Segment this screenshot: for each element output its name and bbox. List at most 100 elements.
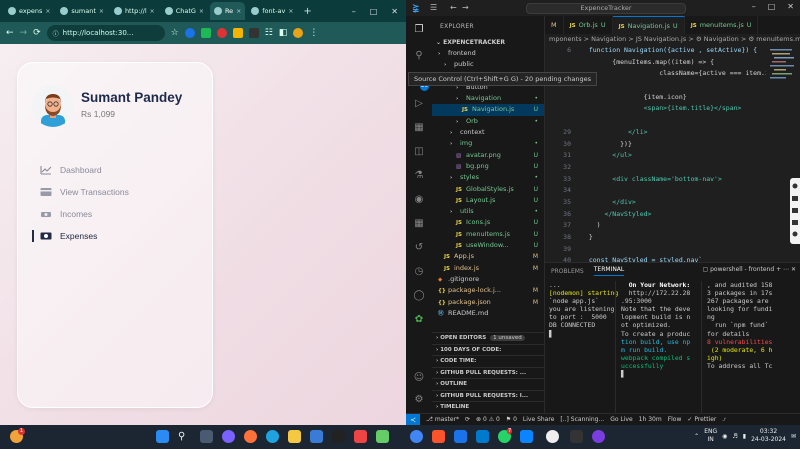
live-share-button[interactable]: Live Share bbox=[523, 416, 554, 423]
close-icon[interactable]: ✕ bbox=[391, 7, 398, 16]
tree-file[interactable]: JS index.js M bbox=[432, 263, 544, 274]
app-white-icon[interactable] bbox=[546, 430, 559, 443]
tab-close-icon[interactable]: × bbox=[236, 8, 241, 15]
close-panel-icon[interactable]: ✕ bbox=[791, 266, 796, 273]
nav-item-view-transactions[interactable]: View Transactions bbox=[32, 181, 129, 203]
teams-chat-icon[interactable] bbox=[222, 430, 235, 443]
breadcrumb[interactable]: mponents > Navigation > JS Navigation.js… bbox=[545, 34, 800, 45]
extension-dark-icon[interactable] bbox=[248, 28, 259, 38]
tree-folder[interactable]: › utils • bbox=[432, 206, 544, 217]
app-red-icon[interactable] bbox=[354, 430, 367, 443]
extension-red-icon[interactable] bbox=[216, 28, 227, 38]
editor-tab[interactable]: JS menuItems.js U bbox=[685, 16, 759, 34]
start-windows-icon[interactable] bbox=[156, 430, 169, 443]
problems-indicator[interactable]: ⊗ 0 ⚠ 0 bbox=[476, 416, 500, 423]
remote-explorer-icon[interactable]: ◫ bbox=[413, 146, 425, 158]
ports-indicator[interactable]: ⚑ 0 bbox=[506, 416, 517, 423]
testing-icon[interactable]: ⚗ bbox=[413, 170, 425, 182]
coding-time[interactable]: 1h 30m bbox=[639, 416, 662, 423]
editor-tab[interactable]: JS Navigation.js U bbox=[612, 16, 685, 34]
sidebar-section-header[interactable]: › CODE TIME: bbox=[432, 355, 544, 367]
sidebar-section-header[interactable]: › OPEN EDITORS 1 unsaved bbox=[432, 332, 544, 344]
minimize-icon[interactable]: – bbox=[752, 2, 756, 11]
branch-indicator[interactable]: ⎇ master* bbox=[426, 416, 459, 423]
database-icon[interactable]: ◯ bbox=[413, 290, 425, 302]
clock[interactable]: 03:32 24-03-2024 bbox=[751, 428, 786, 444]
forward-icon[interactable]: → bbox=[20, 28, 28, 38]
tab-close-icon[interactable]: × bbox=[288, 8, 293, 15]
extension-green-icon[interactable] bbox=[200, 28, 211, 38]
nav-item-expenses[interactable]: Expenses bbox=[32, 225, 129, 247]
settings-gear-icon[interactable]: ⚙ bbox=[413, 394, 425, 406]
address-bar[interactable]: ⓘ http://localhost:30... bbox=[46, 25, 165, 41]
account-icon[interactable]: ☺ bbox=[413, 372, 425, 384]
tab-close-icon[interactable]: × bbox=[99, 8, 104, 15]
browser-tab[interactable]: font-av × bbox=[247, 2, 297, 20]
browser-menu-icon[interactable]: ⋮ bbox=[309, 28, 318, 38]
sidebar-section-header[interactable]: › GITHUB PULL REQUESTS: ... bbox=[432, 366, 544, 379]
nav-item-incomes[interactable]: Incomes bbox=[32, 203, 129, 225]
app-blue-icon[interactable] bbox=[520, 430, 533, 443]
minimize-icon[interactable]: – bbox=[352, 7, 356, 16]
tree-folder[interactable]: › frontend bbox=[432, 48, 544, 59]
run-debug-icon[interactable]: ▷ bbox=[413, 98, 425, 110]
notifications-bell-icon[interactable]: ⍻ bbox=[722, 416, 725, 424]
live-share-icon[interactable]: ↺ bbox=[413, 242, 425, 254]
browser-tab[interactable]: http://l × bbox=[110, 2, 159, 20]
menu-icon[interactable]: ☰ bbox=[430, 3, 437, 12]
task-view-icon[interactable] bbox=[200, 430, 213, 443]
profile-avatar-icon[interactable] bbox=[293, 28, 304, 38]
extensions-icon[interactable]: ▦ bbox=[413, 122, 425, 134]
tree-folder[interactable]: › Navigation • bbox=[432, 93, 544, 104]
tree-folder[interactable]: › styles • bbox=[432, 172, 544, 183]
tree-file[interactable]: ◆ .gitignore bbox=[432, 274, 544, 285]
terminal-app-icon[interactable] bbox=[570, 430, 583, 443]
command-center-search[interactable]: ExpenceTracker bbox=[526, 3, 686, 14]
github-icon[interactable]: ◉ bbox=[413, 194, 425, 206]
tree-file[interactable]: JS Navigation.js U bbox=[432, 104, 544, 116]
language-indicator[interactable]: ENG IN bbox=[704, 428, 717, 444]
tree-file[interactable]: JS App.js M bbox=[432, 251, 544, 262]
extensions-puzzle-icon[interactable]: ☷ bbox=[265, 28, 273, 38]
tree-file[interactable]: JS useWindow... U bbox=[432, 240, 544, 251]
terminal-pane-frontend[interactable]: On Your Network: http://172.22.28.95:300… bbox=[621, 281, 690, 378]
sidebar-section-header[interactable]: › 100 DAYS OF CODE: bbox=[432, 343, 544, 356]
remote-indicator-icon[interactable]: ≺ bbox=[406, 414, 420, 425]
brave-icon[interactable] bbox=[432, 430, 445, 443]
close-icon[interactable]: ✕ bbox=[787, 2, 794, 11]
notifications-icon[interactable]: ✉ bbox=[791, 433, 796, 440]
nav-back-icon[interactable]: ← bbox=[450, 3, 457, 12]
browser-tab[interactable]: expens × bbox=[4, 2, 54, 20]
back-icon[interactable]: ← bbox=[6, 28, 14, 38]
app-green-icon[interactable] bbox=[376, 430, 389, 443]
tab-close-icon[interactable]: × bbox=[45, 8, 50, 15]
maximize-icon[interactable]: □ bbox=[370, 7, 378, 16]
sidebar-section-header[interactable]: › GITHUB PULL REQUESTS: I... bbox=[432, 389, 544, 402]
tray-chevron-icon[interactable]: ⌃ bbox=[694, 433, 699, 440]
editor-tab[interactable]: JS Orb.js U bbox=[564, 16, 613, 34]
terminal-pane-install[interactable]: , and audited 158 3 packages in 17s 267 pa… bbox=[707, 281, 772, 370]
prettier-status[interactable]: ✓ Prettier bbox=[687, 416, 716, 423]
timer-icon[interactable]: ◷ bbox=[413, 266, 425, 278]
tree-file[interactable]: JS menuItems.js U bbox=[432, 229, 544, 240]
extension-blue-icon[interactable] bbox=[184, 28, 195, 38]
battery-icon[interactable]: ▮ bbox=[743, 433, 746, 440]
tab-problems[interactable]: PROBLEMS bbox=[551, 268, 584, 275]
tree-folder[interactable]: › public bbox=[432, 59, 544, 70]
nav-forward-icon[interactable]: → bbox=[462, 3, 469, 12]
store-icon[interactable] bbox=[310, 430, 323, 443]
tree-folder[interactable]: › context bbox=[432, 127, 544, 138]
file-explorer-icon[interactable] bbox=[288, 430, 301, 443]
browser-tab[interactable]: sumant × bbox=[56, 2, 108, 20]
terminal-instance-label[interactable]: ▢ powershell - frontend + ⋯ ✕ bbox=[703, 266, 796, 273]
tree-file[interactable]: Ⓜ README.md bbox=[432, 308, 544, 319]
flow-button[interactable]: Flow bbox=[668, 416, 682, 423]
tab-close-icon[interactable]: × bbox=[150, 8, 155, 15]
browser-tab[interactable]: ChatG × bbox=[161, 2, 208, 20]
extension-yellow-icon[interactable] bbox=[232, 28, 243, 38]
explorer-icon[interactable]: ❐ bbox=[413, 24, 425, 36]
tab-terminal[interactable]: TERMINAL bbox=[593, 266, 625, 276]
tree-file[interactable]: ▧ bg.png U bbox=[432, 161, 544, 172]
editor-tab[interactable]: M bbox=[545, 16, 564, 34]
volume-icon[interactable]: ♬ bbox=[732, 433, 737, 440]
